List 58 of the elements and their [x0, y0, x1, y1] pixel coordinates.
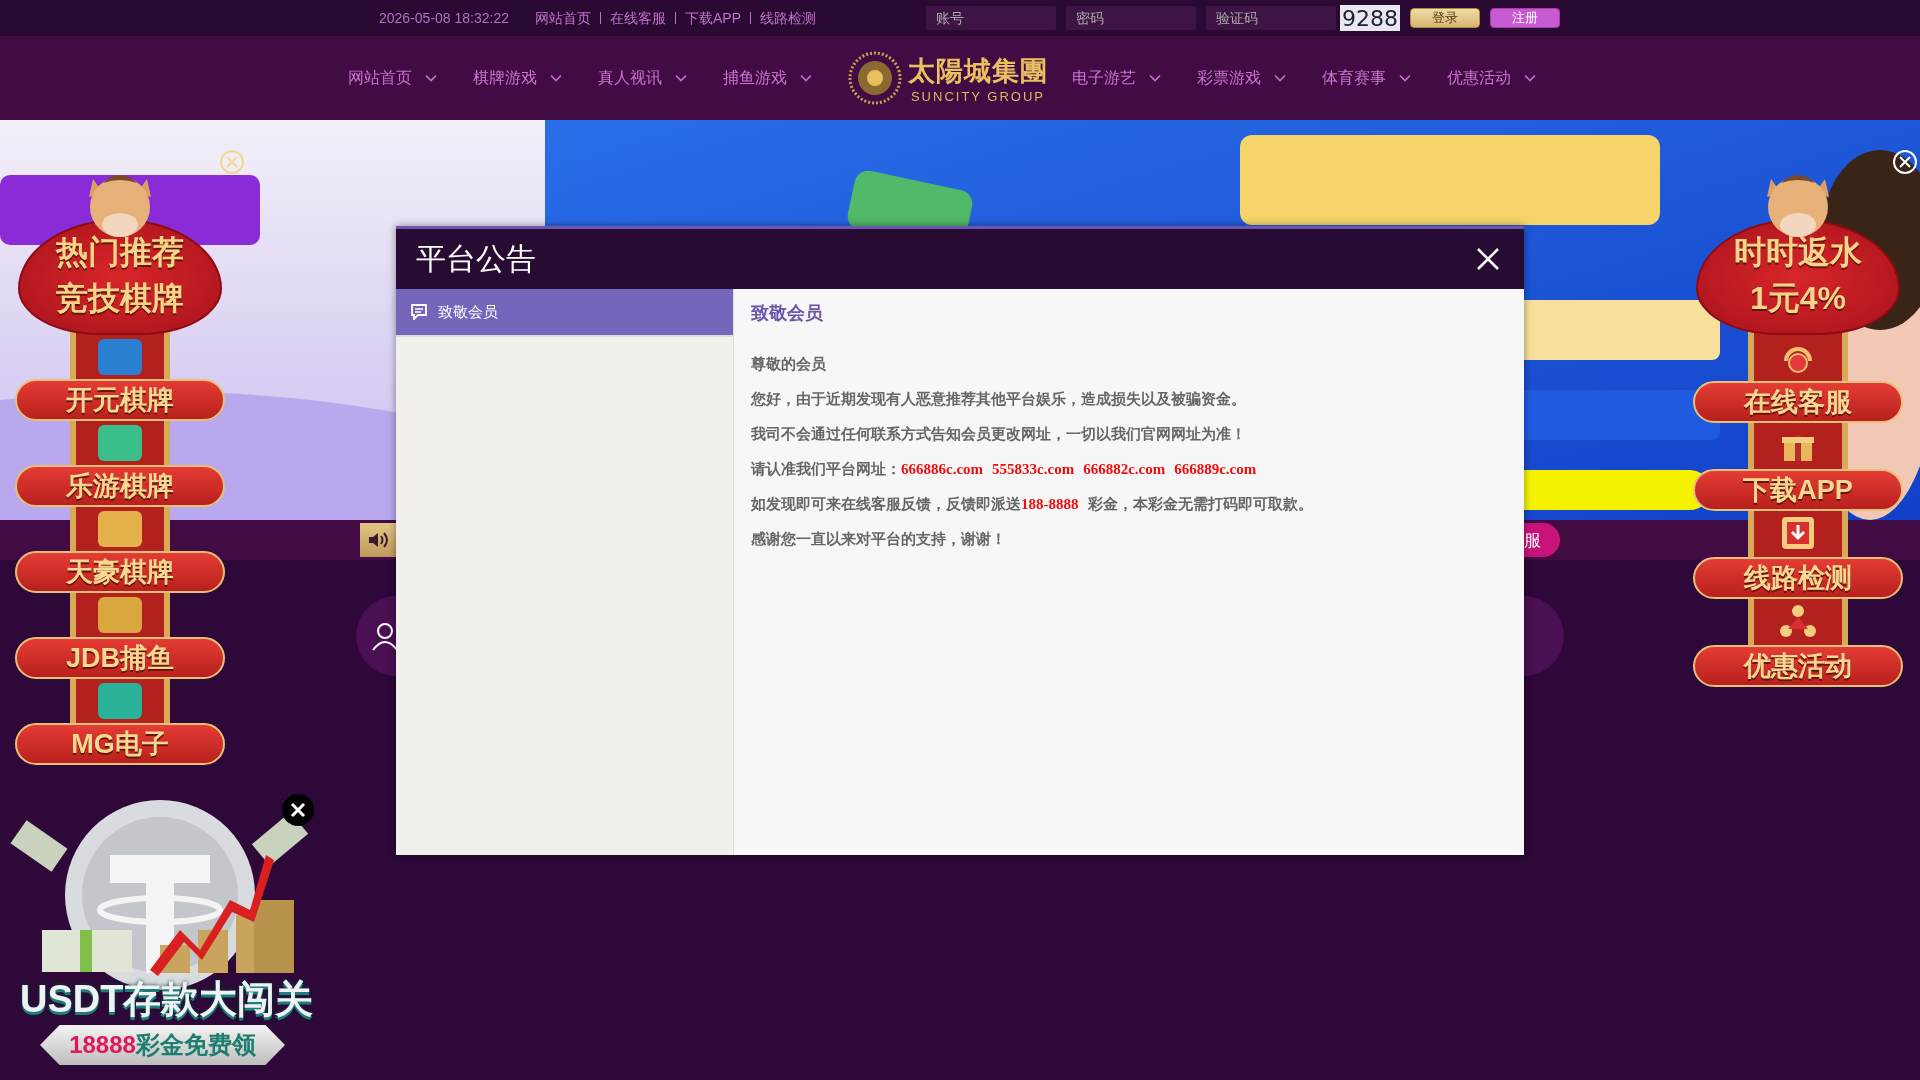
close-icon	[1476, 247, 1500, 271]
game-button[interactable]: MG电子	[15, 723, 225, 765]
chevron-down-icon	[1524, 74, 1536, 82]
game-button[interactable]: JDB捕鱼	[15, 637, 225, 679]
nav-item[interactable]: 网站首页	[348, 67, 473, 89]
ad-title: USDT存款大闯关	[20, 977, 314, 1022]
input-field[interactable]: 账号	[926, 6, 1056, 30]
input-field[interactable]: 密码	[1066, 6, 1196, 30]
people-icon	[1778, 603, 1818, 639]
captcha-image: 9288	[1340, 5, 1400, 31]
chevron-down-icon	[550, 74, 562, 82]
nav-item[interactable]: 真人视讯	[598, 67, 723, 89]
chevron-down-icon	[1274, 74, 1286, 82]
chevron-down-icon	[1149, 74, 1161, 82]
chevron-down-icon	[800, 74, 812, 82]
ad-menu-button[interactable]: 下载APP	[1693, 469, 1903, 511]
article-paragraph: 如发现即可来在线客服反馈，反馈即派送188-8888 彩金，本彩金无需打码即可取款。	[751, 495, 1314, 514]
top-link[interactable]: 网站首页	[535, 12, 600, 24]
ad-subtitle: 18888彩金免费领	[40, 1025, 285, 1065]
login-button[interactable]: 登录	[1410, 8, 1480, 28]
ad-menu-button[interactable]: 优惠活动	[1693, 645, 1903, 687]
game-button[interactable]: 开元棋牌	[15, 379, 225, 421]
game-button[interactable]: 乐游棋牌	[15, 465, 225, 507]
close-button[interactable]	[282, 794, 314, 826]
service-button[interactable]: 服	[1524, 523, 1560, 557]
sun-emblem-icon	[848, 51, 902, 105]
dialog-title: 平台公告	[416, 240, 537, 277]
close-icon	[290, 802, 306, 818]
logo-subtitle: SUNCITY GROUP	[910, 88, 1046, 104]
ad-menu-button[interactable]: 在线客服	[1693, 381, 1903, 423]
nav-item[interactable]: 体育赛事	[1322, 67, 1447, 89]
chevron-down-icon	[675, 74, 687, 82]
article-paragraph: 请认准我们平台网址：666886c.com 555833c.com 666882c.com 666889c.com	[751, 460, 1258, 479]
input-field[interactable]: 验证码	[1206, 6, 1336, 30]
article-paragraph: 我司不会通过任何联系方式告知会员更改网址，一切以我们官网网址为准！	[751, 425, 1247, 444]
speaker-icon[interactable]	[360, 523, 396, 557]
nav-item[interactable]: 优惠活动	[1447, 67, 1572, 89]
sidebar-tab[interactable]: 致敬会员	[396, 289, 733, 337]
nav-item[interactable]: 捕鱼游戏	[723, 67, 848, 89]
top-link[interactable]: 下载APP	[675, 12, 750, 24]
ad-menu-button[interactable]: 线路检测	[1693, 557, 1903, 599]
game-button[interactable]: 天豪棋牌	[15, 551, 225, 593]
article-paragraph: 您好，由于近期发现有人恶意推荐其他平台娱乐，造成损失以及被骗资金。	[751, 390, 1247, 409]
nav-item[interactable]: 彩票游戏	[1197, 67, 1322, 89]
top-link[interactable]: 线路检测	[750, 12, 825, 24]
top-link[interactable]: 在线客服	[600, 12, 675, 24]
datetime: 2026-05-08 18:32:22	[379, 10, 509, 26]
nav-item[interactable]: 棋牌游戏	[473, 67, 598, 89]
register-button[interactable]: 注册	[1490, 8, 1560, 28]
article-title: 致敬会员	[751, 302, 824, 325]
close-button[interactable]	[1476, 247, 1500, 271]
message-icon	[410, 304, 428, 320]
chevron-down-icon	[1399, 74, 1411, 82]
article-paragraph: 尊敬的会员	[751, 355, 827, 374]
nav-item[interactable]: 电子游艺	[1072, 67, 1197, 89]
chevron-down-icon	[425, 74, 437, 82]
article-paragraph: 感谢您一直以来对平台的支持，谢谢！	[751, 530, 1007, 549]
logo-title: 太陽城集團	[908, 54, 1048, 88]
